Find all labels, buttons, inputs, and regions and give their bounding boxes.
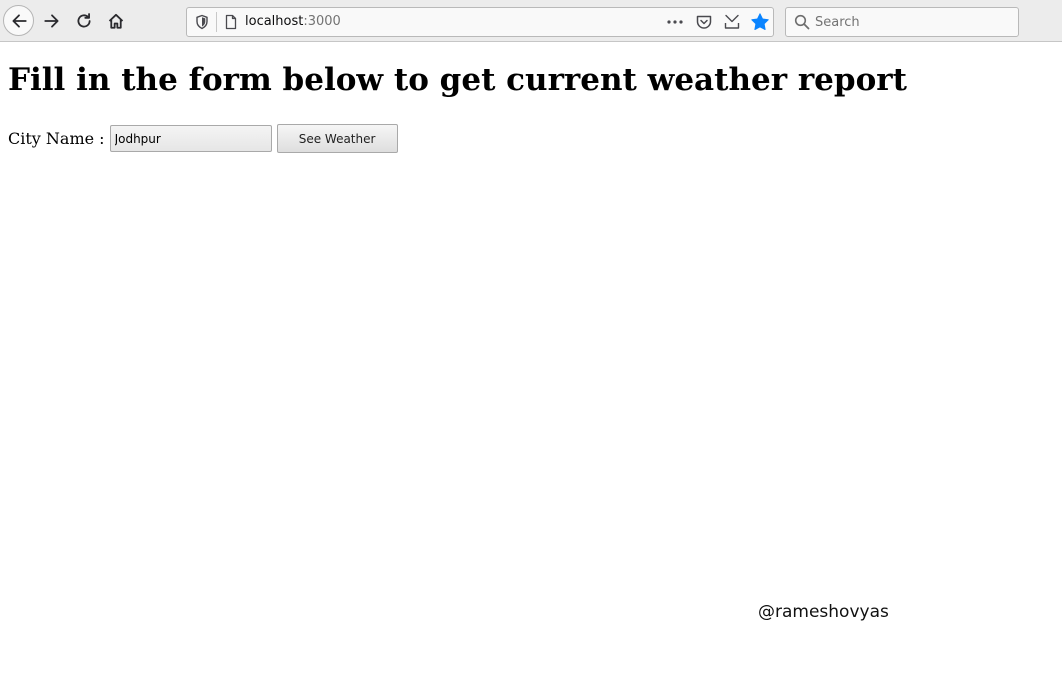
search-icon [794,14,810,30]
url-port: :3000 [303,14,341,29]
urlbar-separator [216,12,217,32]
home-icon [108,13,124,29]
page-actions-icon[interactable] [665,14,685,30]
star-icon[interactable] [750,12,770,32]
back-button[interactable] [3,5,34,36]
watermark-text: @rameshovyas [758,602,889,622]
page-title: Fill in the form below to get current we… [8,62,907,98]
city-name-label: City Name : [8,129,105,148]
city-name-input[interactable] [109,125,272,152]
forward-arrow-icon [44,14,59,28]
see-weather-button[interactable]: See Weather [276,124,398,153]
ellipsis-icon [667,20,683,24]
forward-button[interactable] [37,6,67,36]
page-icon[interactable] [223,14,239,30]
download-icon[interactable] [723,13,741,31]
pocket-icon[interactable] [695,13,713,31]
weather-form: City Name : See Weather [8,124,398,153]
reload-icon [77,13,91,28]
reload-button[interactable] [69,6,99,36]
browser-toolbar: localhost:3000 [0,0,1062,42]
shield-icon[interactable] [194,14,210,30]
search-bar[interactable] [785,7,1019,37]
address-bar[interactable]: localhost:3000 [186,7,774,37]
url-host: localhost [245,14,304,29]
search-input[interactable] [815,13,1005,31]
back-arrow-icon [11,13,27,28]
url-text[interactable]: localhost:3000 [245,14,341,29]
home-button[interactable] [101,6,131,36]
